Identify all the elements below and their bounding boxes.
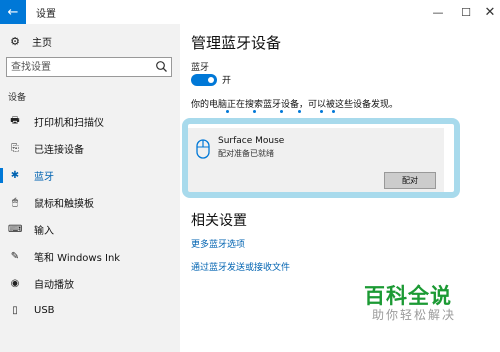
autoplay-icon: ◉ [10,278,20,289]
sidebar-item-usb[interactable]: ▯ USB [0,297,180,324]
back-button[interactable]: ← [0,0,26,24]
sidebar-item-pen-ink[interactable]: ✎ 笔和 Windows Ink [0,243,180,270]
toggle-state-label: 开 [222,76,232,86]
pen-icon: ✎ [10,251,20,262]
sidebar-item-home[interactable]: ⚙ 主页 [8,34,52,49]
device-card-surface-mouse[interactable]: Surface Mouse 配对准备已就绪 配对 [188,128,444,192]
progress-dot [298,110,301,113]
mouse-icon: 🖱 [12,197,18,208]
toggle-knob [208,77,214,83]
sidebar-item-label: 蓝牙 [34,172,54,183]
more-bluetooth-options-link[interactable]: 更多蓝牙选项 [191,237,245,250]
printer-icon: 🖶 [10,115,20,126]
minimize-icon: — [432,5,444,19]
watermark-subtitle: 助你轻松解决 [372,308,457,322]
back-arrow-icon: ← [7,4,19,20]
maximize-icon: ☐ [461,5,471,19]
sidebar-item-label: 鼠标和触摸板 [34,199,94,210]
related-settings-title: 相关设置 [191,213,247,229]
sidebar-item-autoplay[interactable]: ◉ 自动播放 [0,270,180,297]
sidebar-item-label: 笔和 Windows Ink [34,253,121,264]
sidebar: ⚙ 主页 设备 🖶 打印机和扫描仪 ⎘ 已连接设备 ✱ 蓝牙 🖱 鼠标和触摸板 … [0,24,180,352]
minimize-button[interactable]: — [424,0,452,24]
searching-status-text: 你的电脑正在搜索蓝牙设备，可以被这些设备发现。 [191,100,399,110]
progress-dot [320,110,323,113]
sidebar-item-connected-devices[interactable]: ⎘ 已连接设备 [0,135,180,162]
sidebar-item-bluetooth[interactable]: ✱ 蓝牙 [0,162,180,189]
progress-dot [280,110,283,113]
progress-dot [332,110,335,113]
sidebar-item-label: USB [34,305,55,316]
mouse-icon [196,139,210,159]
search-input[interactable] [7,58,153,76]
search-icon[interactable] [155,60,168,73]
home-label: 主页 [32,38,52,49]
device-name: Surface Mouse [218,136,285,146]
close-icon: ✕ [484,4,496,20]
bluetooth-icon: ✱ [10,170,20,181]
keyboard-icon: ⌨ [8,224,23,235]
send-receive-files-link[interactable]: 通过蓝牙发送或接收文件 [191,260,290,273]
device-status: 配对准备已就绪 [218,149,274,158]
search-box [6,57,172,77]
sidebar-item-label: 已连接设备 [34,145,84,156]
title-bar: ← 设置 — ☐ ✕ [0,0,500,24]
bluetooth-label: 蓝牙 [191,63,210,73]
main-panel: 管理蓝牙设备 蓝牙 开 你的电脑正在搜索蓝牙设备，可以被这些设备发现。 Surf… [180,24,500,352]
connected-devices-icon: ⎘ [11,143,19,154]
sidebar-item-label: 自动播放 [34,280,74,291]
window-title: 设置 [36,9,56,20]
bluetooth-toggle[interactable] [191,74,217,86]
usb-icon: ▯ [12,305,18,316]
sidebar-item-label: 打印机和扫描仪 [34,118,104,129]
sidebar-item-typing[interactable]: ⌨ 输入 [0,216,180,243]
searching-progress-dots [226,110,336,116]
pair-button[interactable]: 配对 [384,172,436,189]
sidebar-item-label: 输入 [34,226,54,237]
sidebar-item-mouse-touchpad[interactable]: 🖱 鼠标和触摸板 [0,189,180,216]
close-button[interactable]: ✕ [476,0,500,24]
progress-dot [253,110,256,113]
sidebar-item-printers[interactable]: 🖶 打印机和扫描仪 [0,108,180,135]
section-label-devices: 设备 [8,93,27,103]
progress-dot [226,110,229,113]
gear-icon: ⚙ [10,35,20,48]
page-title: 管理蓝牙设备 [191,34,282,52]
sidebar-nav: 🖶 打印机和扫描仪 ⎘ 已连接设备 ✱ 蓝牙 🖱 鼠标和触摸板 ⌨ 输入 ✎ 笔… [0,108,180,324]
